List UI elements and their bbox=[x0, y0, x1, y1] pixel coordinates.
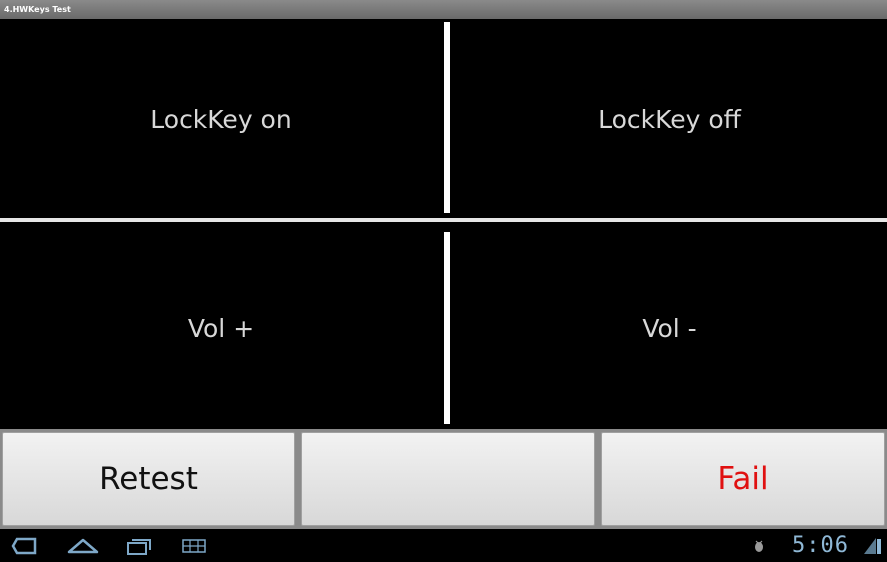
menu-grid-icon[interactable] bbox=[180, 536, 208, 556]
back-icon[interactable] bbox=[10, 536, 40, 556]
vertical-divider-top bbox=[444, 22, 450, 213]
lockkey-off-cell: LockKey off bbox=[598, 104, 741, 134]
fail-button[interactable]: Fail bbox=[601, 432, 885, 526]
window-title: 4.HWKeys Test bbox=[0, 0, 887, 19]
retest-button[interactable]: Retest bbox=[2, 432, 295, 526]
middle-button[interactable] bbox=[301, 432, 595, 526]
lockkey-on-cell: LockKey on bbox=[150, 104, 292, 134]
vol-up-cell: Vol + bbox=[187, 313, 255, 343]
home-icon[interactable] bbox=[66, 536, 100, 556]
recent-apps-icon[interactable] bbox=[124, 536, 154, 556]
horizontal-divider bbox=[0, 218, 887, 222]
vol-down-cell: Vol - bbox=[642, 313, 697, 343]
vertical-divider-bottom bbox=[444, 232, 450, 424]
signal-icon bbox=[861, 536, 883, 556]
usb-debug-icon bbox=[752, 536, 766, 556]
action-buttons-bar: Retest Fail bbox=[0, 429, 887, 529]
system-nav-bar: 5:06 bbox=[0, 529, 887, 562]
clock: 5:06 bbox=[792, 533, 849, 558]
hw-keys-grid: LockKey on LockKey off Vol + Vol - bbox=[0, 19, 887, 429]
